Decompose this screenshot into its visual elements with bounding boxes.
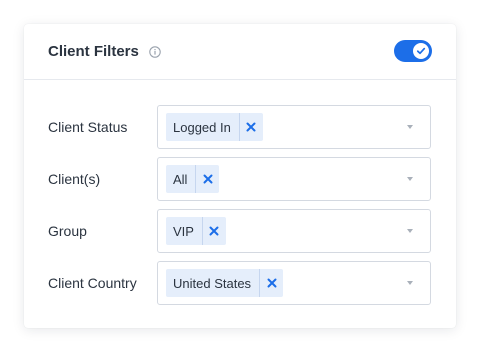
selected-chip: Logged In (166, 113, 263, 141)
filter-row-client-status: Client Status Logged In (24, 105, 456, 149)
chip-label: VIP (173, 223, 194, 239)
chip-label: Logged In (173, 119, 231, 135)
group-select[interactable]: VIP (157, 209, 431, 253)
clients-select[interactable]: All (157, 157, 431, 201)
close-icon[interactable] (238, 113, 263, 141)
selected-chip: All (166, 165, 220, 193)
filter-row-clients: Client(s) All (24, 157, 456, 201)
filter-label: Client(s) (48, 171, 101, 187)
filters-enabled-toggle[interactable] (394, 40, 432, 62)
toggle-knob (413, 43, 429, 59)
chip-label: All (173, 171, 188, 187)
chevron-down-icon (407, 125, 413, 129)
client-status-select[interactable]: Logged In (157, 105, 431, 149)
filter-label: Group (48, 223, 87, 239)
chevron-down-icon (407, 281, 413, 285)
check-icon (416, 47, 426, 55)
filter-row-client-country: Client Country United States (24, 261, 456, 305)
client-country-select[interactable]: United States (157, 261, 431, 305)
card-title: Client Filters (48, 43, 139, 60)
client-filters-card: Client Filters Client Status Logged In C… (24, 24, 456, 328)
filters-list: Client Status Logged In Client(s) All Gr… (24, 80, 456, 305)
selected-chip: United States (166, 269, 284, 297)
filter-row-group: Group VIP (24, 209, 456, 253)
filter-label: Client Country (48, 275, 137, 291)
chevron-down-icon (407, 229, 413, 233)
close-icon[interactable] (201, 217, 226, 245)
close-icon[interactable] (195, 165, 219, 193)
close-icon[interactable] (259, 269, 283, 297)
chevron-down-icon (407, 177, 413, 181)
card-header: Client Filters (24, 24, 456, 80)
chip-label: United States (173, 275, 252, 291)
filter-label: Client Status (48, 119, 128, 135)
selected-chip: VIP (166, 217, 226, 245)
info-icon[interactable] (149, 46, 161, 58)
